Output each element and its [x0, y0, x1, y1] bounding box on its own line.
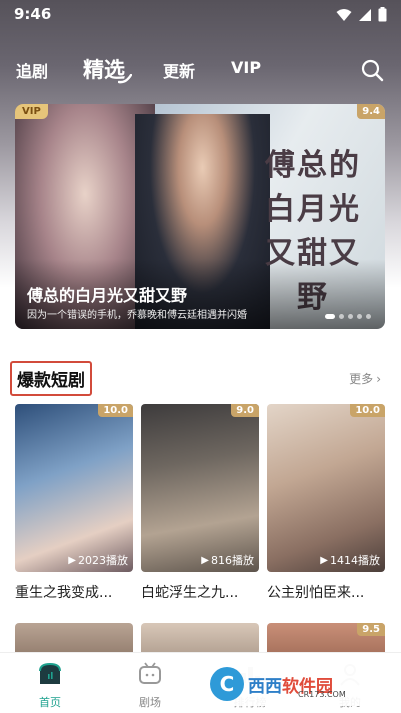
drama-card[interactable]: 10.0 ▶ 1414播放 公主别怕臣来... — [267, 404, 385, 602]
watermark-domain: CR173.COM — [298, 690, 346, 699]
drama-card[interactable]: 10.0 ▶ 2023播放 重生之我变成... — [15, 404, 133, 602]
watermark: C 西西软件园 CR173.COM — [202, 662, 382, 706]
drama-poster: 10.0 ▶ 2023播放 — [15, 404, 133, 572]
poster-art — [267, 404, 385, 572]
tab-vip[interactable]: VIP — [231, 58, 261, 77]
score-badge: 10.0 — [350, 404, 385, 417]
bottom-nav-label: 首页 — [39, 696, 61, 709]
poster-art — [15, 404, 133, 572]
more-label: 更多 — [349, 372, 374, 386]
banner-title: 傅总的白月光又甜又野 — [27, 286, 188, 305]
banner-description: 因为一个错误的手机，乔慕晚和傅云廷相遇并闪婚 — [27, 310, 247, 321]
wifi-icon — [336, 8, 352, 21]
status-icons — [336, 7, 387, 22]
top-nav: 追剧 精选 更新 VIP — [0, 50, 401, 90]
search-icon[interactable] — [360, 58, 384, 82]
pagination-dot[interactable] — [325, 314, 335, 319]
battery-icon — [378, 7, 387, 22]
play-count-text: 2023播放 — [78, 554, 128, 567]
tv-icon — [139, 662, 161, 684]
drama-title: 白蛇浮生之九... — [141, 585, 239, 601]
bottom-nav-label: 剧场 — [139, 696, 161, 709]
drama-card[interactable]: 9.0 ▶ 816播放 白蛇浮生之九... — [141, 404, 259, 602]
play-count: ▶ 2023播放 — [68, 552, 128, 568]
play-count-text: 1414播放 — [330, 554, 380, 567]
bottom-nav-home[interactable]: 首页 — [20, 661, 80, 710]
calligraphy-line: 白月光 — [265, 192, 361, 227]
vip-badge: VIP — [15, 104, 48, 119]
banner-pagination — [325, 314, 371, 319]
more-link[interactable]: 更多 › — [349, 370, 381, 387]
chevron-right-icon: › — [376, 372, 381, 386]
bottom-nav-theater[interactable]: 剧场 — [120, 661, 180, 710]
drama-poster: 9.0 ▶ 816播放 — [141, 404, 259, 572]
home-icon — [39, 662, 61, 684]
drama-title: 重生之我变成... — [15, 585, 113, 601]
drama-title: 公主别怕臣来... — [267, 585, 365, 601]
poster-art — [141, 404, 259, 572]
pagination-dot[interactable] — [366, 314, 371, 319]
calligraphy-line: 傅总的 — [265, 148, 361, 183]
featured-banner[interactable]: 傅总的 白月光 又甜又野 VIP 9.4 傅总的白月光又甜又野 因为一个错误的手… — [15, 104, 385, 329]
play-icon: ▶ — [320, 554, 328, 566]
score-badge: 9.4 — [357, 104, 385, 119]
play-icon: ▶ — [68, 554, 76, 566]
pagination-dot[interactable] — [339, 314, 344, 319]
score-badge: 9.5 — [357, 623, 385, 636]
tab-zhuiju[interactable]: 追剧 — [16, 58, 48, 82]
tab-gengxin[interactable]: 更新 — [163, 58, 195, 82]
drama-poster: 10.0 ▶ 1414播放 — [267, 404, 385, 572]
active-tab-indicator — [118, 74, 132, 84]
score-badge: 9.0 — [231, 404, 259, 417]
status-time: 9:46 — [14, 5, 52, 23]
play-count: ▶ 816播放 — [201, 552, 254, 568]
score-badge: 10.0 — [98, 404, 133, 417]
watermark-logo-icon: C — [210, 667, 244, 701]
status-bar: 9:46 — [0, 0, 401, 30]
section-title: 爆款短剧 — [10, 361, 92, 396]
signal-icon — [359, 8, 371, 21]
play-icon: ▶ — [201, 554, 209, 566]
play-count-text: 816播放 — [211, 554, 254, 567]
pagination-dot[interactable] — [357, 314, 362, 319]
play-count: ▶ 1414播放 — [320, 552, 380, 568]
pagination-dot[interactable] — [348, 314, 353, 319]
watermark-text-a: 西西 — [248, 676, 282, 697]
